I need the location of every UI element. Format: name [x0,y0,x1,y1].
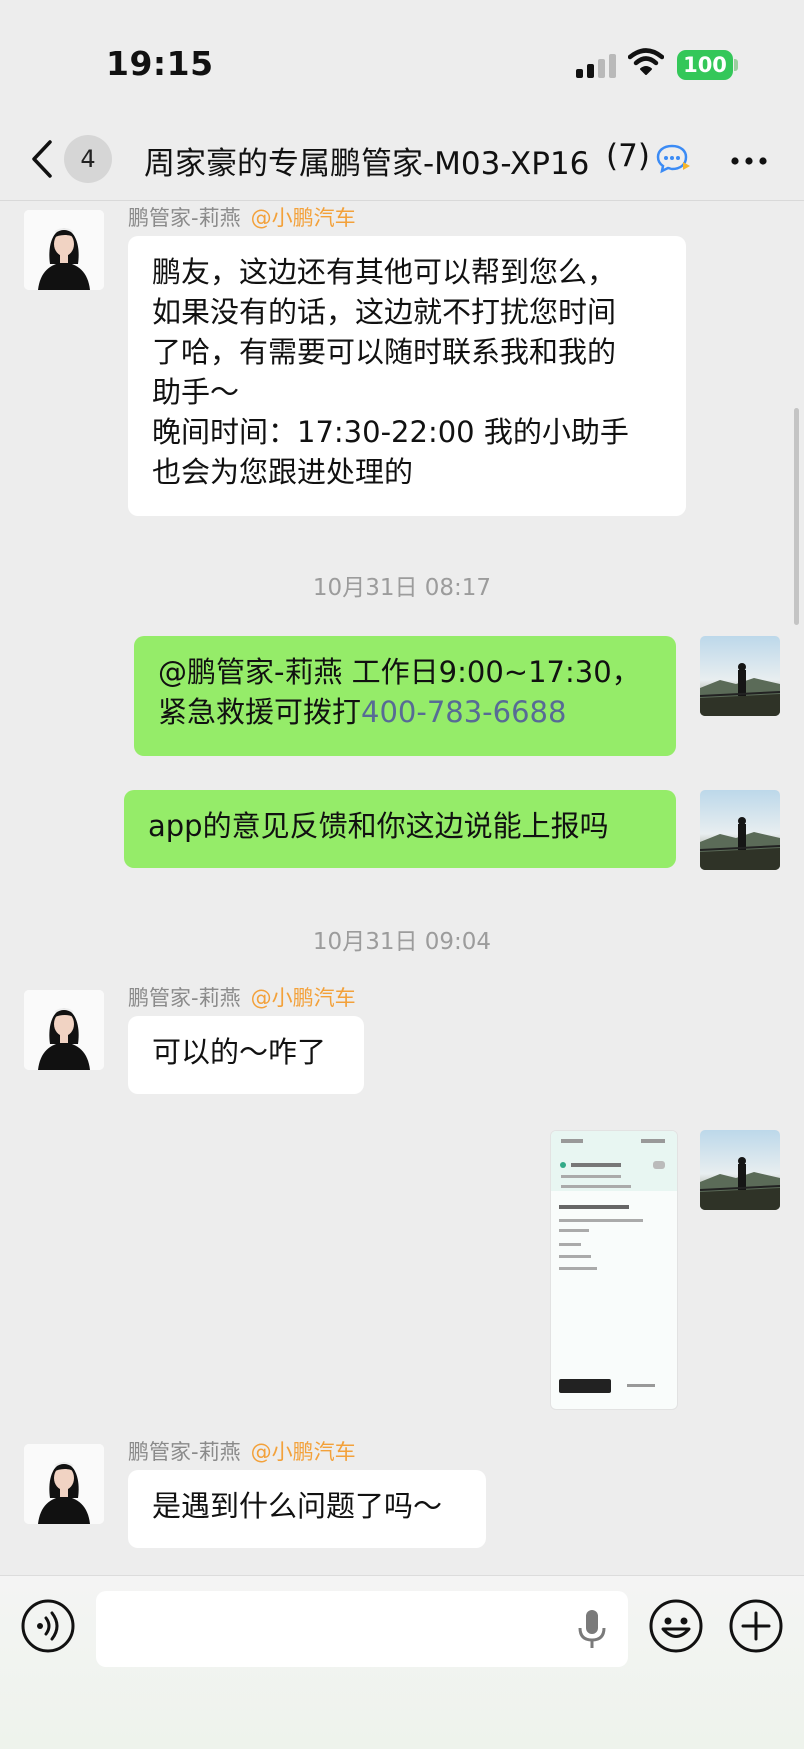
status-bar: 19:15 100 [0,0,804,120]
landscape-avatar-icon [700,1130,780,1210]
battery-indicator: 100 [677,50,733,80]
my-avatar[interactable] [700,790,780,870]
message-text: 可以的～咋了 [152,1035,327,1069]
message-line: 了哈，有需要可以随时联系我和我的 [152,335,617,369]
message-line: 鹏友，这边还有其他可以帮到您么， [152,255,617,289]
avatar[interactable] [24,1444,104,1524]
timestamp: 10月31日 08:17 [312,575,492,601]
more-options-icon[interactable] [730,156,768,166]
sender-label: 鹏管家-莉燕 [128,986,241,1010]
sender-name: 鹏管家-莉燕 @小鹏汽车 [128,1436,356,1466]
message-line: 也会为您跟进处理的 [152,455,414,489]
chat-title: 周家豪的专属鹏管家-M03-XP16 [144,146,590,182]
message-line: 晚间时间：17:30-22:00 我的小助手 [152,415,629,449]
message-text: 紧急救援可拨打 [158,695,362,729]
wifi-icon [628,48,664,75]
sender-org-tag: @小鹏汽车 [250,206,356,230]
avatar[interactable] [24,990,104,1070]
girl-avatar-icon [24,210,104,290]
back-chevron-icon[interactable] [28,136,62,182]
my-avatar[interactable] [700,1130,780,1210]
landscape-avatar-icon [700,790,780,870]
message-bubble-incoming[interactable]: 是遇到什么问题了吗～ [128,1470,486,1548]
avatar[interactable] [24,210,104,290]
group-chat-icon[interactable] [655,142,691,174]
girl-avatar-icon [24,990,104,1070]
message-line: 如果没有的话，这边就不打扰您时间 [152,295,617,329]
message-input[interactable] [96,1591,628,1667]
sender-org-tag: @小鹏汽车 [250,1440,356,1464]
input-bar [0,1575,804,1749]
microphone-icon[interactable] [576,1608,608,1650]
message-text: app的意见反馈和你这边说能上报吗 [148,809,609,843]
screenshot-thumbnail-icon [551,1131,677,1393]
status-time: 19:15 [106,44,214,83]
sender-label: 鹏管家-莉燕 [128,206,241,230]
message-line: @鹏管家-莉燕 工作日9:00~17:30， [158,655,641,689]
message-bubble-incoming[interactable]: 可以的～咋了 [128,1016,364,1094]
battery-tip [734,59,738,71]
message-bubble-outgoing[interactable]: app的意见反馈和你这边说能上报吗 [124,790,676,868]
timestamp: 10月31日 09:04 [312,929,492,955]
message-text: 是遇到什么问题了吗～ [152,1489,443,1523]
my-avatar[interactable] [700,636,780,716]
sender-name: 鹏管家-莉燕 @小鹏汽车 [128,202,356,232]
emoji-icon[interactable] [648,1598,704,1654]
sender-label: 鹏管家-莉燕 [128,1440,241,1464]
sender-org-tag: @小鹏汽车 [250,986,356,1010]
plus-icon[interactable] [728,1598,784,1654]
message-bubble-incoming[interactable]: 鹏友，这边还有其他可以帮到您么， 如果没有的话，这边就不打扰您时间 了哈，有需要… [128,236,686,516]
message-bubble-outgoing[interactable]: @鹏管家-莉燕 工作日9:00~17:30， 紧急救援可拨打400-783-66… [134,636,676,756]
sender-name: 鹏管家-莉燕 @小鹏汽车 [128,982,356,1012]
message-line: 紧急救援可拨打400-783-6688 [158,692,652,732]
landscape-avatar-icon [700,636,780,716]
cellular-signal-icon [576,54,616,78]
girl-avatar-icon [24,1444,104,1524]
chat-header: 4 周家豪的专属鹏管家-M03-XP16 (7) [0,120,804,201]
unread-count-badge[interactable]: 4 [64,135,112,183]
message-line: 助手～ [152,375,240,409]
phone-link[interactable]: 400-783-6688 [361,695,566,729]
image-message-thumbnail[interactable] [550,1130,678,1410]
voice-mode-icon[interactable] [20,1598,76,1654]
member-count: (7) [606,138,650,174]
